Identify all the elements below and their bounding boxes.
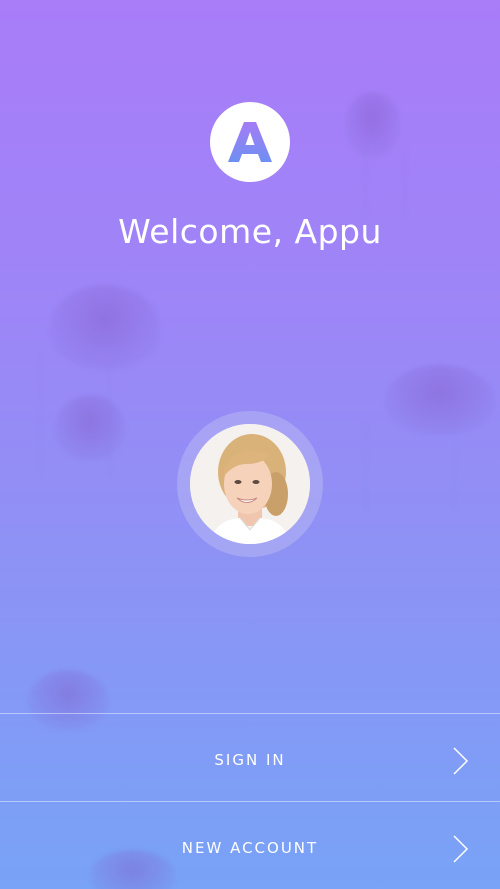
jellyfish-decoration-3: [55, 395, 135, 485]
divider-middle: [0, 801, 500, 802]
chevron-right-icon: [453, 835, 469, 863]
jellyfish-decoration-1: [345, 92, 425, 217]
welcome-screen: Welcome, Appu SIGN IN NEW ACCOUNT: [0, 0, 500, 889]
user-avatar-photo: [190, 424, 310, 544]
sign-in-label: SIGN IN: [214, 750, 286, 769]
chevron-right-icon: [453, 747, 469, 775]
sign-in-button[interactable]: SIGN IN: [0, 716, 500, 803]
jellyfish-decoration-4: [360, 340, 500, 510]
app-logo: [210, 102, 290, 182]
divider-top: [0, 713, 500, 714]
avatar[interactable]: [190, 424, 310, 544]
new-account-button[interactable]: NEW ACCOUNT: [0, 804, 500, 889]
app-logo-a-icon: [228, 122, 272, 162]
new-account-label: NEW ACCOUNT: [181, 838, 319, 857]
welcome-title: Welcome, Appu: [118, 212, 382, 251]
